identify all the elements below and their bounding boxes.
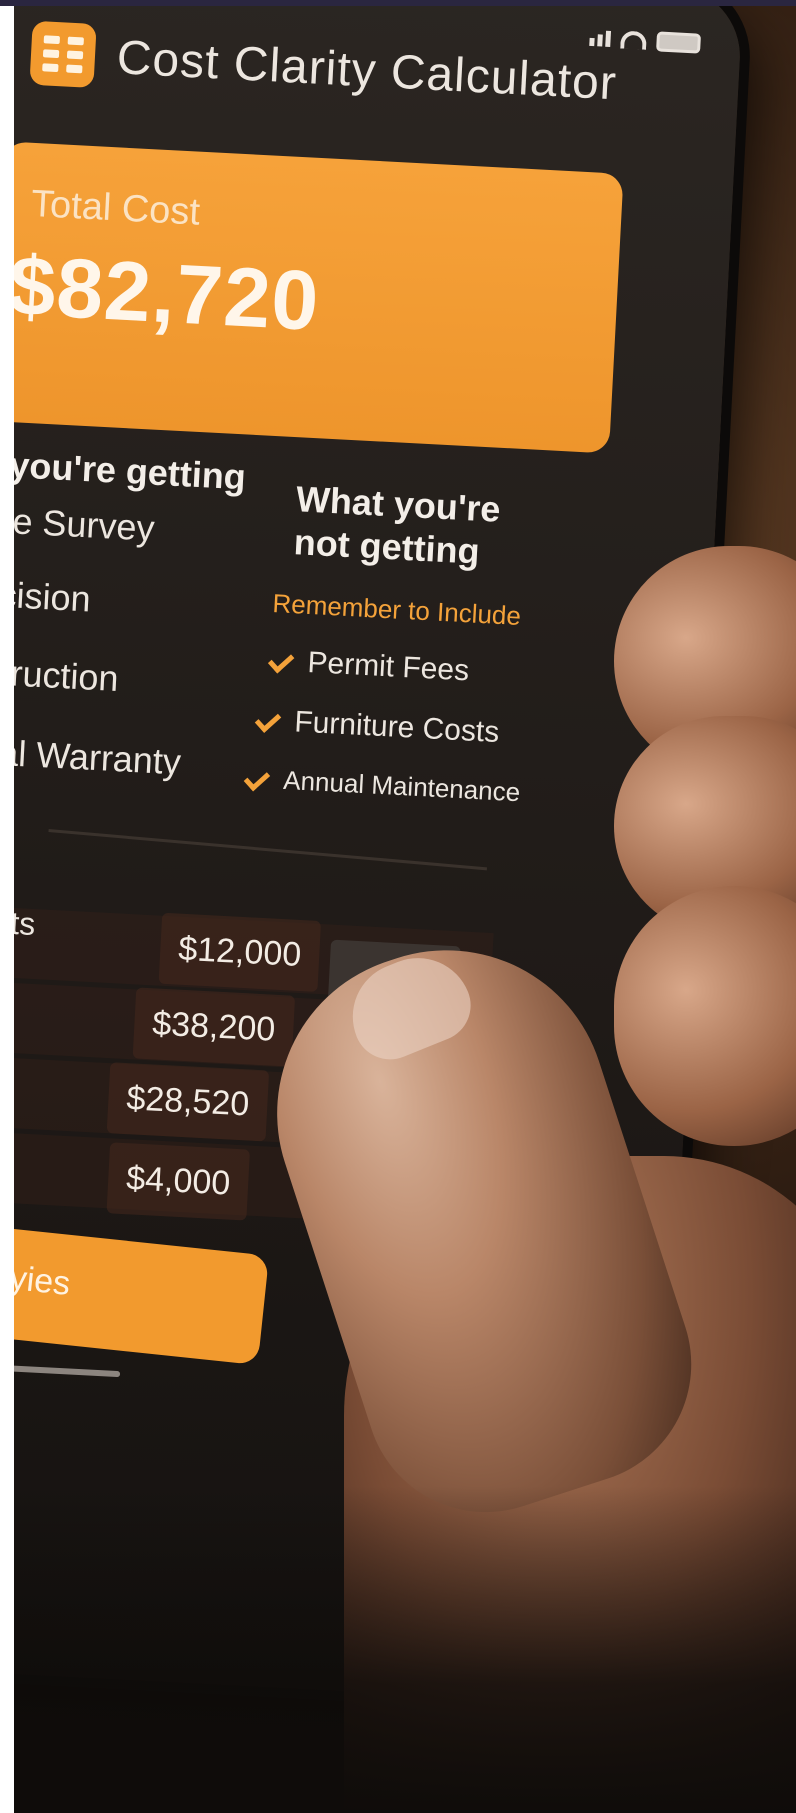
cost-row-value[interactable]: $4,000 [106,1142,251,1221]
getting-item: erial Warranty [14,729,182,783]
cost-row-value[interactable]: $28,520 [106,1062,270,1142]
getting-item: Site Survey [14,498,156,549]
reminder-item-label: Furniture Costs [293,705,501,750]
cta-label: Exttyies [14,1252,73,1304]
cost-row-value[interactable]: $38,200 [132,987,296,1067]
home-indicator [14,1361,121,1378]
check-icon [254,710,281,731]
photo-scene: Cost Clarity Calculator Total Cost $82,7… [14,6,796,1813]
check-icon [243,768,270,789]
reminder-item-label: Permit Fees [306,646,470,688]
total-cost-value: $82,720 [14,237,322,349]
grid-icon[interactable] [29,20,97,88]
reminder-label: Remember to Include [271,588,522,632]
getting-item: nstruction [14,649,120,700]
reminder-item-label: Annual Maintenance [282,764,521,808]
cost-row-label: Costs [14,901,37,943]
not-getting-title: What you're not getting [292,478,502,572]
signal-icon [589,30,612,47]
bottom-shadow [14,1486,796,1813]
cta-button[interactable]: Exttyies [14,1220,270,1366]
left-edge [0,6,14,1813]
getting-item: recision [14,572,92,620]
app-header: Cost Clarity Calculator [29,20,619,116]
reminder-item[interactable]: Permit Fees [267,644,470,689]
reminder-item[interactable]: Annual Maintenance [243,763,521,808]
divider [48,828,488,871]
app-title: Cost Clarity Calculator [115,30,619,110]
check-icon [267,651,294,672]
cost-row-value[interactable]: $12,000 [158,912,321,992]
total-cost-card: Total Cost $82,720 [14,141,624,454]
reminder-item[interactable]: Furniture Costs [254,703,501,750]
getting-title: at you're getting [14,442,247,498]
total-cost-label: Total Cost [30,182,202,234]
battery-icon [656,31,702,54]
wifi-icon [620,30,648,50]
